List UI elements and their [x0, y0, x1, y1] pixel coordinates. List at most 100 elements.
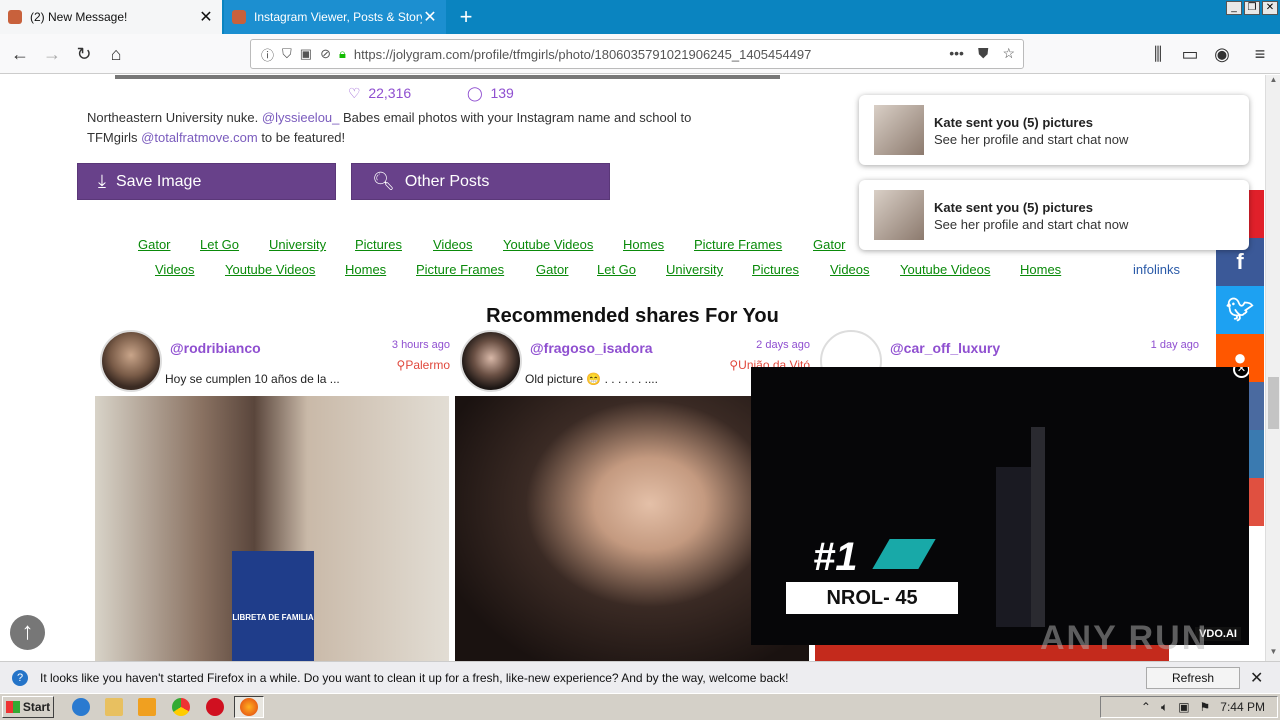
forward-button[interactable]: →	[38, 40, 66, 68]
shield-icon[interactable]: ⛉	[282, 46, 292, 62]
notification-title: Kate sent you (5) pictures	[934, 200, 1093, 215]
card-username[interactable]: @car_off_luxury	[890, 340, 1000, 356]
scroll-up-arrow-icon[interactable]: ▲	[1266, 75, 1280, 89]
windows-taskbar: Start ⌃ 🔈︎ ▣ ⚑ 7:44 PM	[0, 693, 1280, 720]
ad-link[interactable]: Picture Frames	[416, 262, 504, 277]
ad-link[interactable]: Gator	[138, 237, 171, 252]
instagram-favicon-icon	[8, 10, 22, 24]
tray-expand-icon[interactable]: ⌃	[1141, 700, 1151, 714]
ad-link[interactable]: Videos	[433, 237, 473, 252]
windows-logo-icon	[5, 701, 20, 713]
address-bar[interactable]: ⓘ ⛉ ▣ ⊘ 🔒︎ https://jolygram.com/profile/…	[250, 39, 1024, 69]
home-button[interactable]: ⌂	[102, 40, 130, 68]
ad-link[interactable]: Youtube Videos	[503, 237, 593, 252]
card-time: 2 days ago	[756, 339, 810, 351]
tab-title: Instagram Viewer, Posts & Story &	[254, 10, 422, 24]
twitter-share-button[interactable]: 🐦︎	[1216, 286, 1264, 334]
page-scrollbar[interactable]: ▲ ▼	[1265, 75, 1280, 661]
close-notification-icon[interactable]: ✕	[1250, 668, 1263, 688]
url-text[interactable]: https://jolygram.com/profile/tfmgirls/ph…	[354, 47, 812, 62]
ad-link[interactable]: Youtube Videos	[900, 262, 990, 277]
maximize-button[interactable]: ❐	[1244, 1, 1260, 15]
ad-link[interactable]: Homes	[1020, 262, 1061, 277]
firefox-icon	[240, 698, 258, 716]
ad-link[interactable]: Homes	[623, 237, 664, 252]
ad-link[interactable]: Gator	[813, 237, 846, 252]
save-image-button[interactable]: ⤓ Save Image	[77, 163, 336, 200]
card-description: Hoy se cumplen 10 años de la ...	[165, 372, 340, 386]
close-tab-icon[interactable]: ✕	[198, 7, 214, 27]
scroll-to-top-button[interactable]: ↑	[10, 615, 45, 650]
comments-value: 139	[490, 85, 514, 101]
avatar[interactable]	[100, 330, 162, 392]
ad-link[interactable]: University	[666, 262, 723, 277]
notification-thumbnail	[874, 190, 924, 240]
ad-link[interactable]: Videos	[155, 262, 195, 277]
sidebar-icon[interactable]: ▭	[1176, 40, 1204, 68]
search-icon: 🔍︎	[372, 171, 395, 191]
reload-button[interactable]: ↻	[70, 40, 98, 68]
card-username[interactable]: @rodribianco	[170, 340, 261, 356]
close-video-icon[interactable]: ✕	[1233, 367, 1249, 378]
ad-link[interactable]: Let Go	[200, 237, 239, 252]
scrollbar-thumb[interactable]	[1268, 377, 1279, 429]
network-icon[interactable]: ▣	[1178, 700, 1189, 714]
close-window-button[interactable]: ✕	[1262, 1, 1278, 15]
scroll-down-arrow-icon[interactable]: ▼	[1266, 647, 1280, 661]
card-username[interactable]: @fragoso_isadora	[530, 340, 653, 356]
tab-bar: (2) New Message! ✕ Instagram Viewer, Pos…	[0, 0, 1280, 34]
tab-new-message[interactable]: (2) New Message! ✕	[0, 0, 222, 34]
location-pin-icon: ⚲	[729, 358, 739, 372]
ad-link[interactable]: Gator	[536, 262, 569, 277]
chrome-icon[interactable]	[172, 698, 190, 716]
chat-notification[interactable]: Kate sent you (5) pictures See her profi…	[859, 180, 1249, 250]
refresh-firefox-button[interactable]: Refresh Firefox…	[1146, 667, 1240, 705]
avatar[interactable]	[460, 330, 522, 392]
info-icon: ?	[12, 669, 28, 686]
info-icon[interactable]: ⓘ	[261, 45, 274, 64]
launch-tower	[996, 467, 1036, 627]
start-button[interactable]: Start	[2, 696, 54, 718]
menu-icon[interactable]: ≡	[1246, 40, 1274, 68]
mention-link[interactable]: @lyssieelou_	[262, 110, 340, 125]
permissions-icon[interactable]: ▣	[300, 46, 312, 62]
firefox-taskbar-button[interactable]	[234, 696, 264, 718]
other-posts-button[interactable]: 🔍︎ Other Posts	[351, 163, 610, 200]
tab-instagram-viewer[interactable]: Instagram Viewer, Posts & Story & ✕	[224, 0, 446, 34]
media-player-icon[interactable]	[138, 698, 156, 716]
account-icon[interactable]: ◉	[1208, 40, 1236, 68]
ad-link[interactable]: Homes	[345, 262, 386, 277]
flag-icon[interactable]: ⚑	[1200, 700, 1211, 714]
location-pin-icon: ⚲	[396, 358, 406, 372]
ad-link[interactable]: Youtube Videos	[225, 262, 315, 277]
opera-icon[interactable]	[206, 698, 224, 716]
more-actions-icon[interactable]: •••	[949, 45, 964, 62]
link-icon[interactable]: ⊘	[320, 46, 331, 62]
bookmark-star-icon[interactable]: ☆	[1002, 45, 1015, 62]
ad-link[interactable]: Let Go	[597, 262, 636, 277]
notification-title: Kate sent you (5) pictures	[934, 115, 1093, 130]
ie-icon[interactable]	[72, 698, 90, 716]
video-ad-player[interactable]: #1 NROL- 45 VDO.AI ✕	[751, 367, 1249, 645]
ad-link[interactable]: Pictures	[752, 262, 799, 277]
minimize-button[interactable]: _	[1226, 1, 1242, 15]
pocket-icon[interactable]: ⛊	[978, 45, 989, 62]
new-tab-button[interactable]: +	[454, 4, 478, 30]
folder-icon[interactable]	[105, 698, 123, 716]
caption-text: Northeastern University nuke.	[87, 110, 259, 125]
mention-link[interactable]: @totalfratmove.com	[141, 130, 258, 145]
close-tab-icon[interactable]: ✕	[422, 7, 438, 27]
library-icon[interactable]: ⫼	[1144, 40, 1172, 68]
ad-link[interactable]: Picture Frames	[694, 237, 782, 252]
ad-link[interactable]: Pictures	[355, 237, 402, 252]
ad-link[interactable]: Videos	[830, 262, 870, 277]
card-photo[interactable]: LIBRETA DE FAMILIA	[95, 396, 449, 661]
rank-stripe	[872, 539, 936, 569]
clock[interactable]: 7:44 PM	[1220, 700, 1265, 714]
chat-notification[interactable]: Kate sent you (5) pictures See her profi…	[859, 95, 1249, 165]
back-button[interactable]: ←	[6, 40, 34, 68]
ad-link[interactable]: University	[269, 237, 326, 252]
location-text: Palermo	[405, 358, 450, 372]
volume-icon[interactable]: 🔈︎	[1161, 700, 1168, 715]
infolinks-logo[interactable]: infolinks	[1133, 262, 1180, 277]
